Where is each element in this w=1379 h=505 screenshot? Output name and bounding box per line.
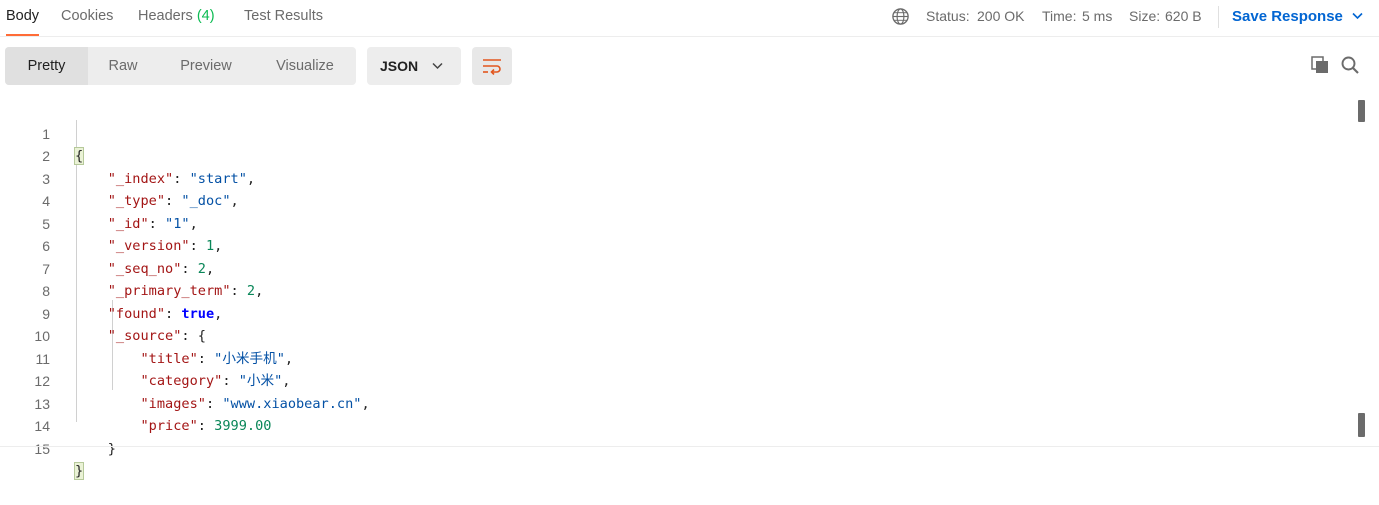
- tab-headers-label: Headers: [138, 8, 193, 24]
- code-line: 11 "category": "小米",: [0, 325, 1340, 390]
- status-value[interactable]: 200 OK: [977, 8, 1024, 24]
- brace-close: }: [73, 462, 85, 480]
- status-label: Status:: [926, 8, 970, 24]
- code-line: 2 "_index": "start",: [0, 123, 1340, 187]
- code-line: 1 {: [0, 100, 1340, 165]
- response-tab-bar: Body Cookies Headers (4) Test Results St…: [0, 0, 1379, 37]
- view-mode-raw[interactable]: Raw: [88, 47, 158, 85]
- copy-icon[interactable]: [1311, 56, 1329, 74]
- tab-body[interactable]: Body: [6, 8, 40, 36]
- view-mode-pretty[interactable]: Pretty: [5, 47, 88, 85]
- tab-cookies[interactable]: Cookies: [61, 8, 113, 36]
- code-line: 15 }: [0, 415, 1340, 480]
- code-line: 6 "_seq_no": 2,: [0, 213, 1340, 277]
- code-line: 14 }: [0, 393, 1340, 457]
- response-body-editor[interactable]: 1 { 2 "_index": "start", 3 "_type": "_do…: [0, 100, 1379, 480]
- code-line: 7 "_primary_term": 2,: [0, 235, 1340, 300]
- size-value[interactable]: 620 B: [1165, 8, 1202, 24]
- tab-headers[interactable]: Headers (4): [138, 8, 215, 36]
- chevron-down-icon: [432, 62, 443, 70]
- code-line: 5 "_version": 1,: [0, 190, 1340, 255]
- size-label: Size:: [1129, 8, 1161, 24]
- brace-close: }: [107, 440, 116, 457]
- code-line: 12 "images": "www.xiaobear.cn",: [0, 348, 1340, 412]
- wrap-lines-icon: [483, 59, 501, 75]
- headers-count-badge: (4): [196, 8, 215, 24]
- globe-icon[interactable]: [891, 7, 910, 26]
- time-value[interactable]: 5 ms: [1082, 8, 1112, 24]
- tab-test-results[interactable]: Test Results: [244, 8, 323, 36]
- code-line: 9 "_source": {: [0, 280, 1340, 345]
- scrollbar-thumb-top[interactable]: [1358, 100, 1365, 122]
- divider: [1218, 6, 1219, 28]
- format-dropdown[interactable]: JSON: [367, 47, 461, 85]
- search-icon[interactable]: [1341, 56, 1359, 74]
- scrollbar-thumb-bottom[interactable]: [1358, 413, 1365, 437]
- code-line: 13 "price": 3999.00: [0, 370, 1340, 435]
- save-response-button[interactable]: Save Response: [1232, 8, 1343, 25]
- view-mode-preview[interactable]: Preview: [158, 47, 254, 85]
- view-mode-selector: Pretty Raw Preview Visualize: [5, 47, 356, 85]
- time-label: Time:: [1042, 8, 1077, 24]
- code-line: 4 "_id": "1",: [0, 168, 1340, 232]
- line-number: 15: [34, 440, 50, 457]
- format-label: JSON: [380, 58, 419, 74]
- view-mode-visualize[interactable]: Visualize: [254, 47, 356, 85]
- wrap-lines-button[interactable]: [472, 47, 512, 85]
- chevron-down-icon[interactable]: [1351, 11, 1364, 21]
- code-line: 10 "title": "小米手机",: [0, 303, 1340, 367]
- divider: [0, 446, 1379, 447]
- code-line: 8 "found": true,: [0, 258, 1340, 322]
- code-line: 3 "_type": "_doc",: [0, 145, 1340, 210]
